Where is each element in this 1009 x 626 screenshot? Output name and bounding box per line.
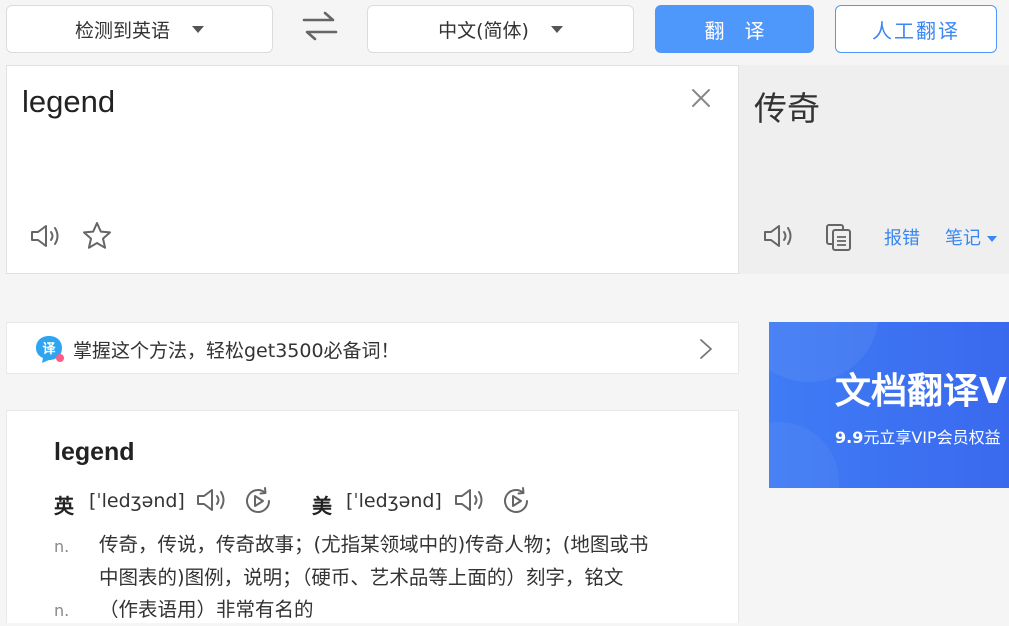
chevron-right-icon <box>700 339 712 359</box>
translate-button[interactable]: 翻译 <box>655 5 814 53</box>
source-text-input[interactable]: legend <box>22 84 115 120</box>
ad-price: 9.9 <box>835 428 864 447</box>
close-icon[interactable] <box>689 86 713 110</box>
translate-app-icon: 译 <box>36 336 64 363</box>
human-translate-button[interactable]: 人工翻译 <box>835 5 997 53</box>
definition-line: 中图表的)图例，说明；（硬币、艺术品等上面的）刻字，铭文 <box>99 566 624 589</box>
speaker-icon[interactable] <box>195 486 229 514</box>
target-language-select[interactable]: 中文(简体) <box>367 5 634 53</box>
promo-banner[interactable]: 译 掌握这个方法，轻松get3500必备词！ <box>6 322 739 374</box>
translation-result-text: 传奇 <box>754 89 820 128</box>
definition-line: （作表语用）非常有名的 <box>99 598 314 621</box>
notes-button[interactable]: 笔记 <box>945 224 997 250</box>
target-language-label: 中文(简体) <box>438 19 529 42</box>
source-language-select[interactable]: 检测到英语 <box>6 5 273 53</box>
swap-languages-icon[interactable] <box>300 8 340 44</box>
copy-icon[interactable] <box>824 222 854 252</box>
promo-text: 掌握这个方法，轻松get3500必备词！ <box>73 340 400 362</box>
chevron-down-icon <box>987 236 997 242</box>
dictionary-headword: legend <box>54 438 135 466</box>
definition-line: 传奇，传说，传奇故事；(尤指某领域中的)传奇人物；(地图或书 <box>99 533 649 556</box>
document-translate-ad[interactable]: 文档翻译V 9.9元立享VIP会员权益 <box>769 322 1009 488</box>
uk-phonetic: [ˈledʒənd] <box>89 490 185 512</box>
notes-label: 笔记 <box>945 228 981 249</box>
translate-app-icon-glyph: 译 <box>42 342 56 357</box>
ad-subtitle: 9.9元立享VIP会员权益 <box>835 424 1001 448</box>
speaker-icon[interactable] <box>762 222 796 250</box>
star-icon[interactable] <box>82 221 112 251</box>
report-error-button[interactable]: 报错 <box>884 224 920 250</box>
source-text-panel: legend <box>6 65 739 274</box>
definition-pos: n. <box>54 601 70 620</box>
ad-title: 文档翻译V <box>835 371 1007 412</box>
speaker-icon[interactable] <box>453 486 487 514</box>
speaker-icon[interactable] <box>29 222 63 250</box>
dictionary-card: legend 英 [ˈledʒənd] 美 [ˈledʒənd] n. 传奇，传… <box>6 410 739 623</box>
uk-label: 英 <box>54 494 74 518</box>
replay-icon[interactable] <box>243 486 273 516</box>
ad-subtitle-text: 元立享VIP会员权益 <box>863 428 1001 447</box>
us-phonetic: [ˈledʒənd] <box>346 490 442 512</box>
replay-icon[interactable] <box>501 486 531 516</box>
us-label: 美 <box>312 494 332 518</box>
source-language-label: 检测到英语 <box>74 19 170 42</box>
definition-pos: n. <box>54 537 70 556</box>
chevron-down-icon <box>550 25 563 33</box>
chevron-down-icon <box>192 25 204 33</box>
translation-result-panel: 传奇 报错 笔记 <box>739 65 1009 274</box>
